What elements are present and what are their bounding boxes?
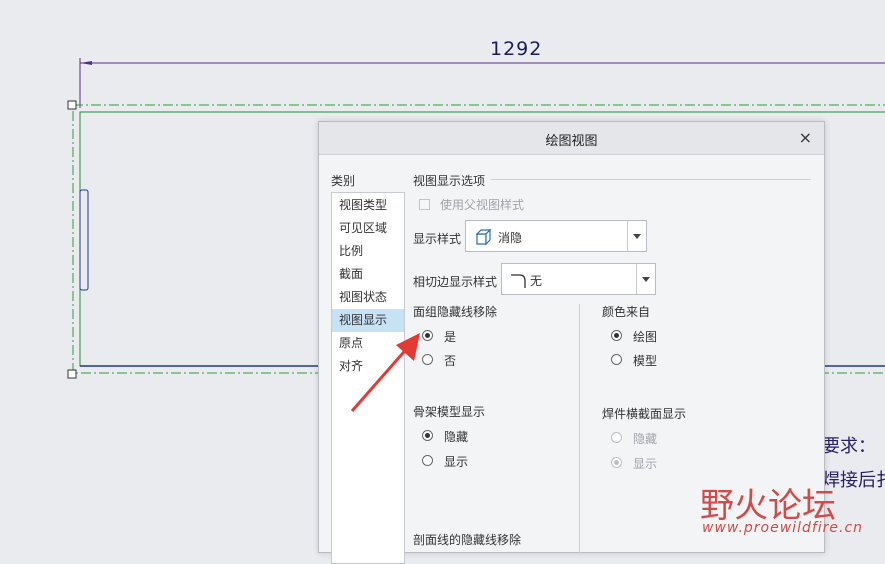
- tangent-style-value: 无: [530, 274, 543, 288]
- chevron-down-icon[interactable]: [636, 264, 655, 294]
- dialog-titlebar[interactable]: 绘图视图 ×: [319, 122, 824, 155]
- face-group-no-label: 否: [444, 354, 457, 368]
- close-icon[interactable]: ×: [799, 128, 812, 147]
- dimension-value[interactable]: 1292: [490, 38, 542, 60]
- use-parent-style-checkbox[interactable]: [419, 199, 430, 210]
- column-divider: [579, 304, 580, 554]
- skeleton-hide-radio[interactable]: [422, 430, 433, 441]
- use-parent-style-label: 使用父视图样式: [440, 198, 525, 212]
- color-drawing-label: 绘图: [633, 330, 658, 344]
- section-hidden-line-label: 剖面线的隐藏线移除: [413, 533, 522, 547]
- note-text-1: 要求：: [822, 436, 876, 457]
- chevron-down-icon[interactable]: [627, 221, 646, 251]
- selection-handle-bottom-left: [67, 369, 77, 379]
- hidden-line-cube-icon: [475, 228, 492, 246]
- dimension-arrow-head: [80, 61, 92, 65]
- dialog-title: 绘图视图: [545, 134, 598, 149]
- color-source-label: 颜色来自: [602, 305, 651, 319]
- face-group-label: 面组隐藏线移除: [413, 305, 498, 319]
- weld-hide-radio[interactable]: [611, 432, 622, 443]
- display-style-label: 显示样式: [413, 232, 462, 246]
- category-item-view-type[interactable]: 视图类型: [332, 194, 404, 217]
- weld-section-label: 焊件横截面显示: [602, 407, 687, 421]
- section-divider: [491, 179, 811, 180]
- category-item-visible-area[interactable]: 可见区域: [332, 217, 404, 240]
- color-model-label: 模型: [633, 354, 658, 368]
- weld-show-label: 显示: [633, 457, 658, 471]
- selection-handle-top-left: [67, 100, 77, 110]
- model-slot: [79, 189, 89, 291]
- weld-show-radio[interactable]: [611, 457, 622, 468]
- weld-hide-label: 隐藏: [633, 432, 658, 446]
- color-model-radio[interactable]: [611, 354, 622, 365]
- skeleton-show-label: 显示: [444, 455, 469, 469]
- display-style-value: 消隐: [498, 231, 523, 245]
- face-group-yes-label: 是: [444, 330, 457, 344]
- category-item-view-state[interactable]: 视图状态: [332, 286, 404, 309]
- tangent-style-label: 相切边显示样式: [413, 275, 498, 289]
- skeleton-hide-label: 隐藏: [444, 430, 469, 444]
- forum-url: www.proewildfire.cn: [702, 520, 864, 536]
- tangent-style-combo[interactable]: 无: [501, 263, 656, 295]
- skeleton-show-radio[interactable]: [422, 455, 433, 466]
- category-label: 类别: [331, 174, 356, 188]
- category-item-section[interactable]: 截面: [332, 263, 404, 286]
- color-drawing-radio[interactable]: [611, 330, 622, 341]
- display-style-combo[interactable]: 消隐: [465, 220, 647, 252]
- tangent-edge-icon: [511, 274, 526, 288]
- category-item-scale[interactable]: 比例: [332, 240, 404, 263]
- section-title: 视图显示选项: [413, 174, 486, 188]
- annotation-arrow-icon: [350, 333, 420, 412]
